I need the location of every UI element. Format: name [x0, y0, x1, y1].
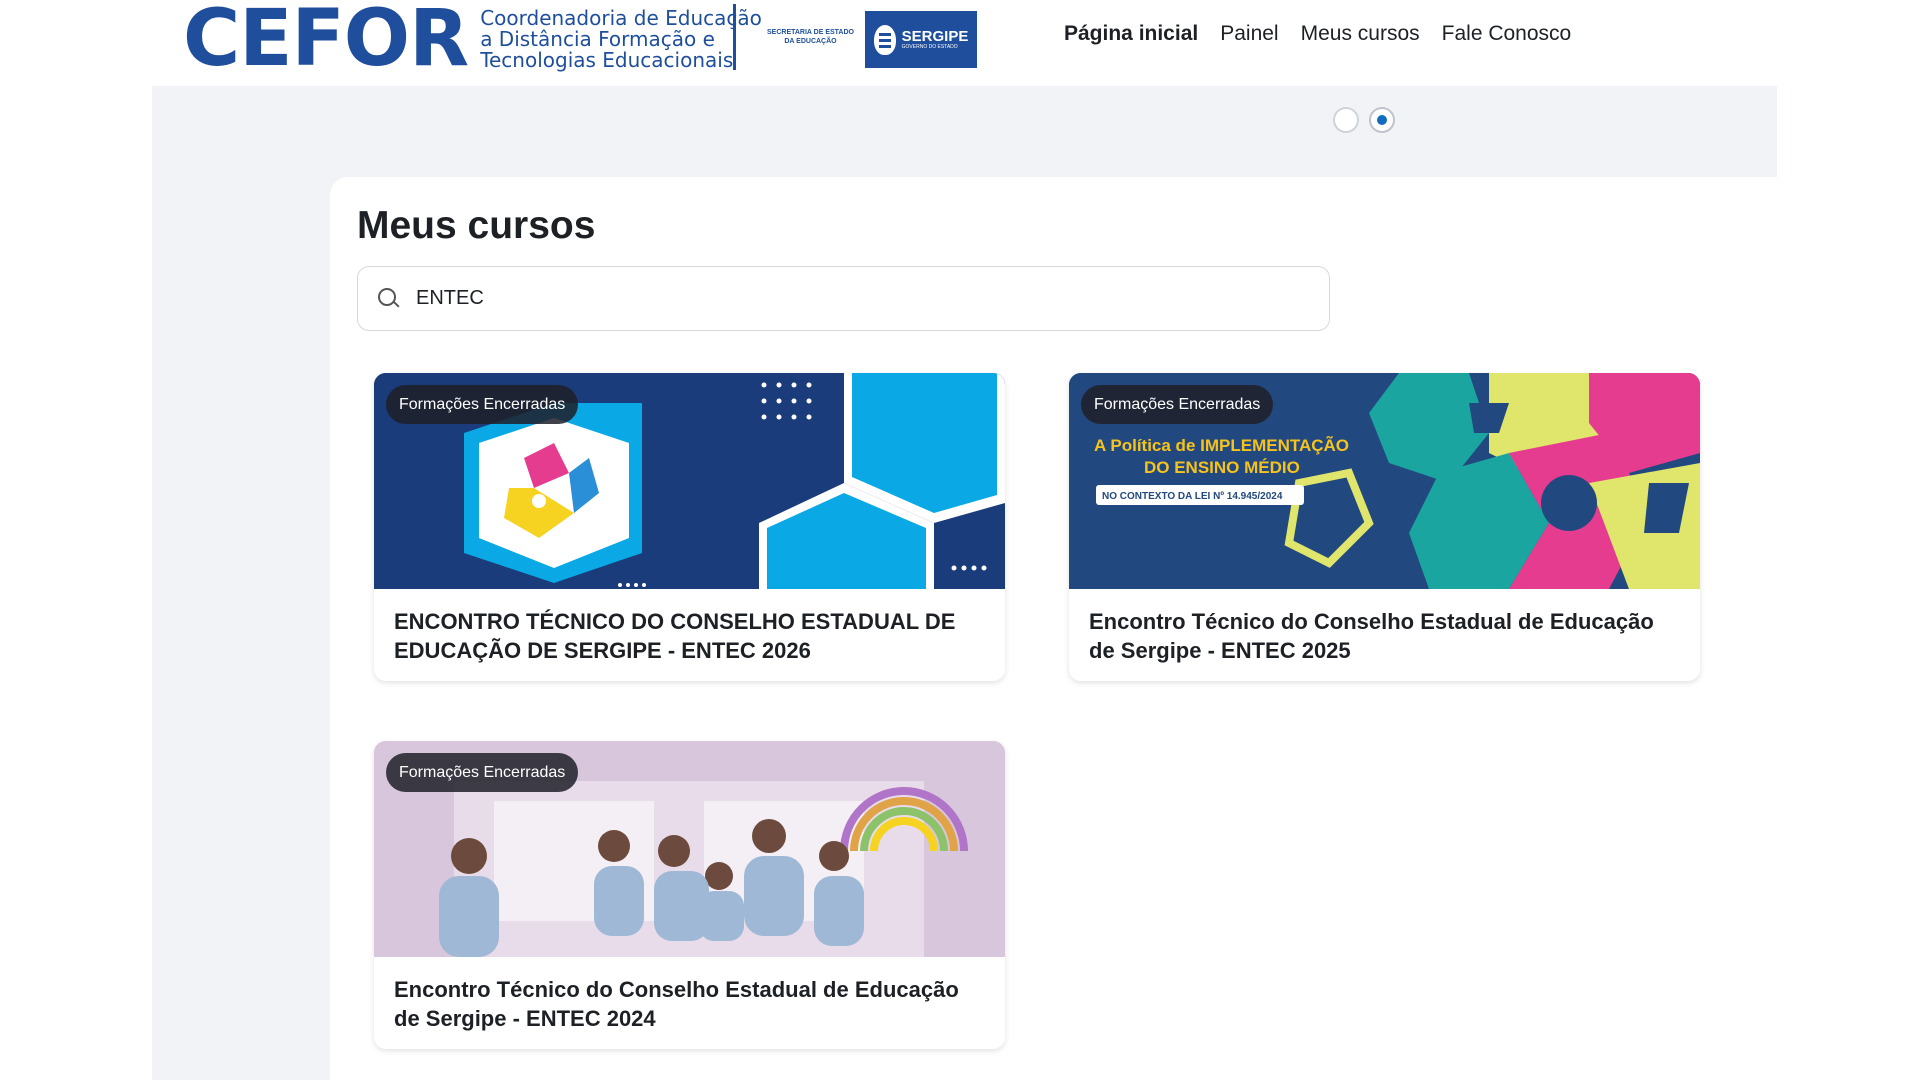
- course-image-heading-line1: A Política de IMPLEMENTAÇÃO: [1094, 435, 1349, 455]
- sergipe-name: SERGIPE: [901, 28, 969, 45]
- nav-item-contact[interactable]: Fale Conosco: [1442, 22, 1572, 46]
- course-status-badge: Formações Encerradas: [386, 385, 579, 424]
- course-card-entec-2026[interactable]: Formações Encerradas ENCONTRO TÉCNICO DO…: [374, 373, 1005, 681]
- site-header: CEFOR Coordenadoria de Educação a Distân…: [0, 0, 1920, 86]
- logo-subtitle-line3: Tecnologias Educacionais: [480, 47, 734, 72]
- secretaria-line1: SECRETARIA DE ESTADO: [767, 29, 854, 36]
- course-card-entec-2024[interactable]: Formações Encerradas Encontro Técnico do…: [374, 741, 1005, 1049]
- sergipe-government-logo: SERGIPE GOVERNO DO ESTADO: [865, 11, 977, 68]
- course-title[interactable]: Encontro Técnico do Conselho Estadual de…: [1069, 589, 1700, 681]
- logo-subtitle: Coordenadoria de Educação a Distância Fo…: [480, 7, 762, 72]
- nav-item-home[interactable]: Página inicial: [1064, 22, 1198, 46]
- cefor-logo[interactable]: CEFOR Coordenadoria de Educação a Distân…: [183, 0, 762, 78]
- carousel-dot-2[interactable]: [1369, 107, 1395, 133]
- carousel-dot-1[interactable]: [1333, 107, 1359, 133]
- course-title[interactable]: Encontro Técnico do Conselho Estadual de…: [374, 957, 1005, 1049]
- sergipe-seal-icon: [873, 24, 896, 55]
- search-icon: [378, 287, 400, 310]
- course-search-box: [357, 266, 1330, 331]
- nav-item-my-courses[interactable]: Meus cursos: [1301, 22, 1420, 46]
- sergipe-logo-text: SERGIPE GOVERNO DO ESTADO: [902, 29, 969, 50]
- secretaria-logo-text: SECRETARIA DE ESTADO DA EDUCAÇÃO: [763, 28, 858, 46]
- course-card-entec-2025[interactable]: A Política de IMPLEMENTAÇÃO DO ENSINO MÉ…: [1069, 373, 1700, 681]
- course-status-badge: Formações Encerradas: [1081, 385, 1274, 424]
- carousel-indicators: [1333, 107, 1395, 133]
- course-title[interactable]: ENCONTRO TÉCNICO DO CONSELHO ESTADUAL DE…: [374, 589, 1005, 681]
- search-input[interactable]: [414, 286, 1298, 311]
- secretaria-line2: DA EDUCAÇÃO: [784, 38, 837, 45]
- main-navigation: Página inicial Painel Meus cursos Fale C…: [1064, 22, 1571, 46]
- page-title: Meus cursos: [357, 204, 596, 247]
- course-image[interactable]: Formações Encerradas: [374, 741, 1005, 957]
- course-image-subheading: NO CONTEXTO DA LEI Nº 14.945/2024: [1102, 491, 1283, 502]
- course-image[interactable]: Formações Encerradas: [374, 373, 1005, 589]
- course-status-badge: Formações Encerradas: [386, 753, 579, 792]
- nav-item-dashboard[interactable]: Painel: [1220, 22, 1278, 46]
- logo-wordmark: CEFOR: [183, 0, 469, 84]
- logo-divider: [733, 4, 736, 70]
- course-image[interactable]: A Política de IMPLEMENTAÇÃO DO ENSINO MÉ…: [1069, 373, 1700, 589]
- course-image-heading-line2: DO ENSINO MÉDIO: [1144, 458, 1300, 477]
